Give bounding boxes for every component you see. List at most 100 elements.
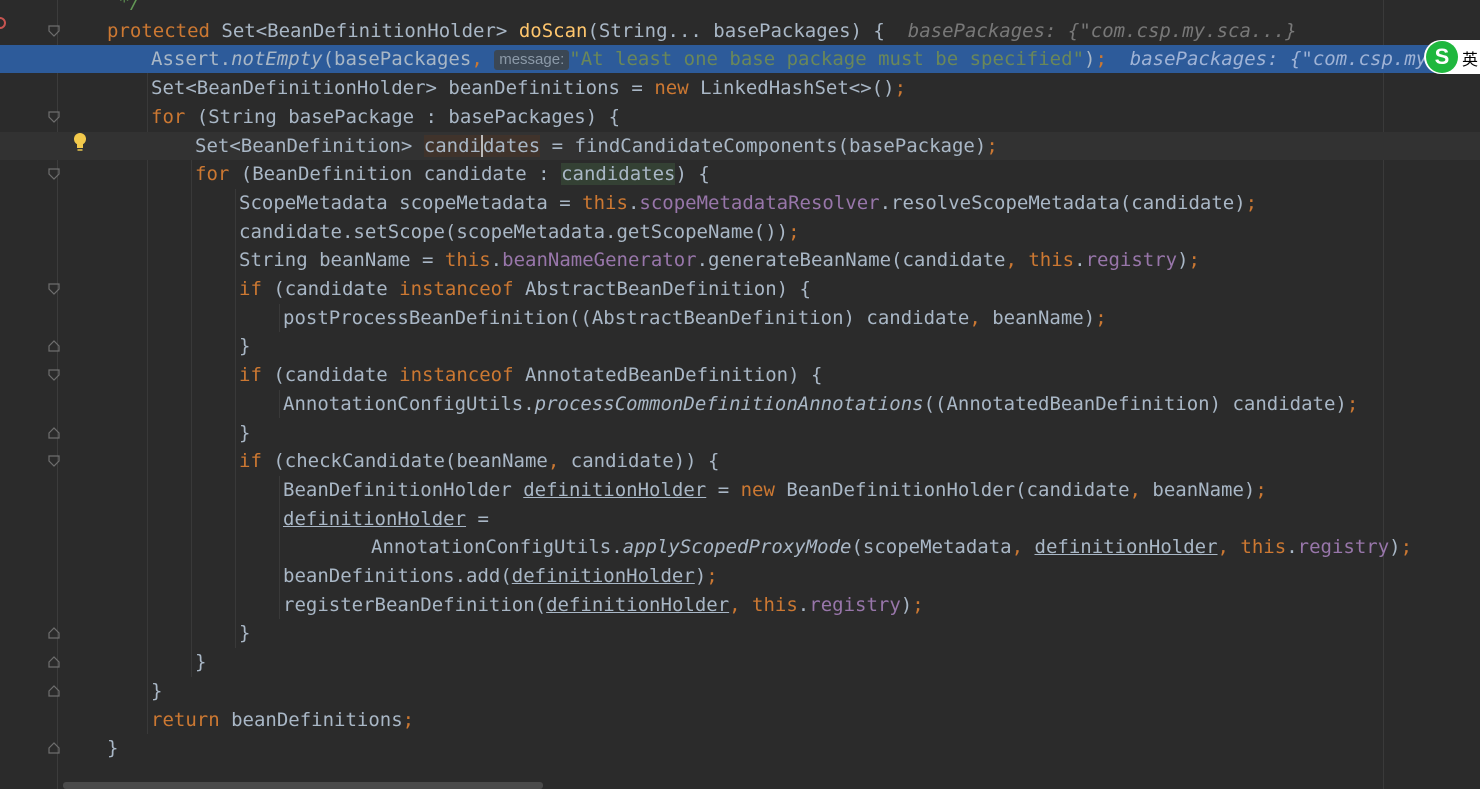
keyword-token: new bbox=[654, 77, 701, 100]
keyword-token: ; bbox=[706, 565, 718, 587]
code-line[interactable]: ScopeMetadata scopeMetadata = this.scope… bbox=[0, 189, 1480, 217]
code-token: BeanDefinitionHolder bbox=[283, 478, 524, 501]
code-token: . bbox=[1074, 249, 1086, 272]
code-token: .resolveScopeMetadata(candidate) bbox=[879, 191, 1246, 214]
keyword-token: this bbox=[1240, 536, 1287, 559]
code-text: if (candidate instanceof AbstractBeanDef… bbox=[239, 275, 811, 303]
code-text: AnnotationConfigUtils.processCommonDefin… bbox=[283, 390, 1358, 418]
code-token: } bbox=[239, 421, 251, 444]
code-text: } bbox=[239, 419, 250, 447]
code-line[interactable]: BeanDefinitionHolder definitionHolder = … bbox=[0, 476, 1480, 504]
code-line[interactable]: for (BeanDefinition candidate : candidat… bbox=[0, 160, 1480, 188]
code-token: definitionHolder bbox=[523, 478, 707, 501]
code-line[interactable]: } bbox=[0, 677, 1480, 705]
code-line[interactable]: return beanDefinitions; bbox=[0, 706, 1480, 734]
code-token: definitionHolder bbox=[1034, 536, 1218, 559]
code-line[interactable]: Set<BeanDefinition> candi dates = findCan… bbox=[0, 131, 1480, 160]
code-line[interactable]: } bbox=[0, 734, 1480, 762]
code-line[interactable]: registerBeanDefinition(definitionHolder,… bbox=[0, 591, 1480, 619]
keyword-token: for bbox=[151, 105, 197, 128]
code-line[interactable]: AnnotationConfigUtils.applyScopedProxyMo… bbox=[0, 533, 1480, 561]
code-line[interactable]: for (String basePackage : basePackages) … bbox=[0, 103, 1480, 131]
code-token: Set<BeanDefinitionHolder> bbox=[221, 19, 519, 42]
code-text: return beanDefinitions; bbox=[151, 706, 414, 734]
code-token: = bbox=[466, 507, 489, 530]
code-token: registry bbox=[809, 593, 901, 616]
code-line[interactable]: protected Set<BeanDefinitionHolder> doSc… bbox=[0, 17, 1480, 45]
code-token: beanDefinitions bbox=[231, 708, 403, 731]
code-line[interactable]: AnnotationConfigUtils.processCommonDefin… bbox=[0, 390, 1480, 418]
code-text: } bbox=[239, 332, 250, 360]
code-token: (BeanDefinition candidate : bbox=[240, 163, 562, 186]
keyword-token: ; bbox=[912, 593, 924, 616]
keyword-token: ; bbox=[1400, 536, 1413, 559]
keyword-token: , bbox=[969, 306, 993, 329]
code-token: String beanName = bbox=[239, 249, 445, 272]
horizontal-scrollbar[interactable] bbox=[63, 782, 543, 789]
intention-bulb-icon[interactable] bbox=[72, 132, 88, 157]
code-line[interactable]: if (candidate instanceof AbstractBeanDef… bbox=[0, 275, 1480, 303]
keyword-token: ; bbox=[402, 708, 415, 731]
code-text: } bbox=[195, 648, 206, 676]
code-line[interactable]: } bbox=[0, 419, 1480, 447]
code-text: Set<BeanDefinitionHolder> beanDefinition… bbox=[151, 74, 906, 102]
code-line[interactable]: beanDefinitions.add(definitionHolder); bbox=[0, 562, 1480, 590]
code-token: ) bbox=[1084, 48, 1096, 71]
code-token: dates bbox=[480, 134, 541, 157]
code-line[interactable]: postProcessBeanDefinition((AbstractBeanD… bbox=[0, 304, 1480, 332]
code-token: } bbox=[195, 651, 207, 674]
keyword-token: return bbox=[151, 708, 232, 731]
code-line[interactable]: if (checkCandidate(beanName, candidate))… bbox=[0, 447, 1480, 475]
keyword-token: this bbox=[752, 593, 798, 616]
ime-indicator[interactable]: S 英 bbox=[1424, 40, 1480, 74]
code-token: registry bbox=[1297, 536, 1390, 559]
code-token: . bbox=[797, 593, 810, 616]
code-line[interactable]: */ bbox=[0, 0, 1480, 16]
code-token: candidate)) { bbox=[570, 450, 720, 473]
code-token: ((AnnotatedBeanDefinition) candidate) bbox=[923, 392, 1347, 415]
keyword-token: , bbox=[547, 450, 571, 473]
keyword-token: , bbox=[1217, 536, 1241, 559]
code-line[interactable]: Assert.notEmpty(basePackages, message: "A… bbox=[0, 45, 1480, 74]
code-line[interactable]: definitionHolder = bbox=[0, 505, 1480, 533]
code-line[interactable]: } bbox=[0, 619, 1480, 647]
code-line[interactable]: String beanName = this.beanNameGenerator… bbox=[0, 246, 1480, 274]
keyword-token: ; bbox=[1095, 48, 1107, 71]
keyword-token: , bbox=[471, 48, 495, 71]
code-token: = bbox=[706, 478, 741, 501]
keyword-token: , bbox=[1011, 536, 1035, 559]
keyword-token: ; bbox=[894, 77, 907, 100]
code-token: Set<BeanDefinition> bbox=[195, 134, 424, 157]
code-token: BeanDefinitionHolder(candidate bbox=[786, 478, 1130, 501]
code-token: (candidate bbox=[273, 364, 400, 387]
code-token: Assert. bbox=[151, 48, 232, 71]
code-token: LinkedHashSet<>() bbox=[700, 77, 895, 100]
parameter-hint: message: bbox=[494, 50, 570, 71]
code-token: AnnotationConfigUtils. bbox=[283, 392, 535, 415]
keyword-token: this bbox=[582, 191, 628, 214]
code-text: } bbox=[107, 734, 118, 762]
code-text: AnnotationConfigUtils.applyScopedProxyMo… bbox=[371, 533, 1412, 561]
keyword-token: if bbox=[239, 278, 274, 300]
debug-value-hint: basePackages: {"com.csp.my.sca...} bbox=[907, 19, 1297, 42]
code-token: (String... basePackages) { bbox=[587, 19, 908, 42]
code-token: (String basePackage : basePackages) { bbox=[196, 105, 621, 128]
code-token: registry bbox=[1085, 249, 1178, 272]
code-line[interactable]: } bbox=[0, 648, 1480, 676]
code-text: postProcessBeanDefinition((AbstractBeanD… bbox=[283, 304, 1107, 332]
code-token: ) bbox=[1389, 536, 1401, 559]
code-line[interactable]: candidate.setScope(scopeMetadata.getScop… bbox=[0, 218, 1480, 246]
code-token: } bbox=[107, 737, 119, 760]
code-line[interactable]: Set<BeanDefinitionHolder> beanDefinition… bbox=[0, 74, 1480, 102]
keyword-token: ; bbox=[1346, 392, 1359, 415]
code-token: (basePackages bbox=[322, 48, 472, 71]
code-text: Assert.notEmpty(basePackages, message: "A… bbox=[151, 45, 1450, 73]
code-token: AnnotationConfigUtils. bbox=[371, 536, 623, 559]
code-line[interactable]: } bbox=[0, 332, 1480, 360]
code-text: } bbox=[151, 677, 162, 705]
keyword-token: ; bbox=[1188, 249, 1200, 272]
code-token: beanDefinitions.add( bbox=[283, 565, 512, 587]
code-line[interactable]: if (candidate instanceof AnnotatedBeanDe… bbox=[0, 361, 1480, 389]
code-token: notEmpty bbox=[231, 48, 323, 71]
keyword-token: ; bbox=[1255, 478, 1267, 501]
